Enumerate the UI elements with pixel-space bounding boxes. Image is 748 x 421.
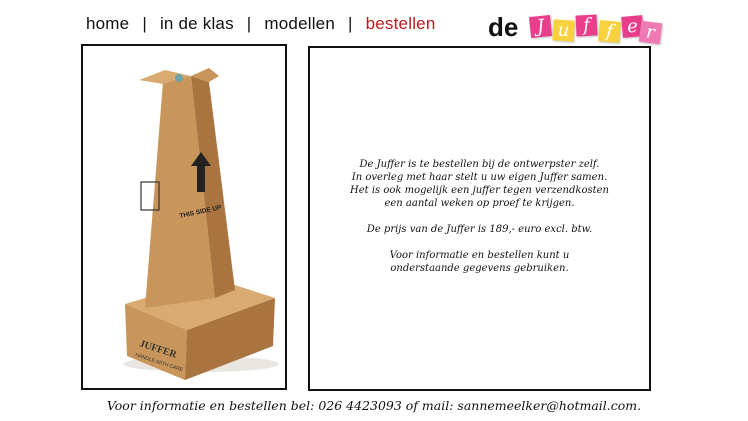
nav-separator: | (348, 14, 353, 33)
nav-separator: | (142, 14, 147, 33)
logo-letter-tile: J (528, 14, 553, 39)
price-line: De prijs van de Juffer is 189,- euro exc… (366, 224, 593, 235)
logo-letter-tile: f (575, 14, 598, 37)
logo-letter-tile: f (598, 20, 621, 43)
footer-email-link[interactable]: sannemeelker@hotmail.com. (457, 398, 641, 413)
nav-separator: | (246, 14, 252, 33)
logo-prefix: de (488, 12, 519, 42)
top-accent (175, 74, 183, 82)
nav-modellen[interactable]: modellen (264, 14, 335, 34)
info-frame: De Juffer is te bestellen bij de ontwerp… (308, 46, 651, 391)
cardboard-chair-image: THIS SIDE UP JUFFER HANDLE WITH CARE (123, 68, 279, 380)
info-line: In overleg met haar stelt u uw eigen Juf… (351, 172, 608, 183)
footer-contact: Voor informatie en bestellen bel: 026 44… (0, 398, 748, 413)
price-paragraph: De prijs van de Juffer is 189,- euro exc… (310, 223, 649, 236)
info-line: een aantal weken op proef te krijgen. (384, 198, 575, 209)
info-line: Voor informatie en bestellen kunt u (389, 250, 570, 261)
product-image-frame: THIS SIDE UP JUFFER HANDLE WITH CARE (81, 44, 287, 390)
info-line: Het is ook mogelijk een juffer tegen ver… (350, 185, 609, 196)
nav-home[interactable]: home (86, 14, 129, 34)
info-paragraph: De Juffer is te bestellen bij de ontwerp… (310, 158, 649, 210)
footer-text: Voor informatie en bestellen bel: 026 44… (106, 398, 458, 413)
main-nav: home | in de klas | modellen | bestellen (86, 14, 435, 34)
nav-in-de-klas[interactable]: in de klas (160, 14, 234, 34)
nav-bestellen[interactable]: bestellen (366, 14, 436, 34)
site-logo[interactable]: de J u f f e r (488, 8, 663, 48)
info-line: onderstaande gegevens gebruiken. (390, 263, 569, 274)
contact-paragraph: Voor informatie en bestellen kunt u onde… (310, 249, 649, 275)
info-line: De Juffer is te bestellen bij de ontwerp… (359, 159, 600, 170)
info-content: De Juffer is te bestellen bij de ontwerp… (310, 158, 649, 288)
logo-letter-tile: r (638, 20, 663, 45)
logo-letter-tile: u (552, 19, 575, 42)
